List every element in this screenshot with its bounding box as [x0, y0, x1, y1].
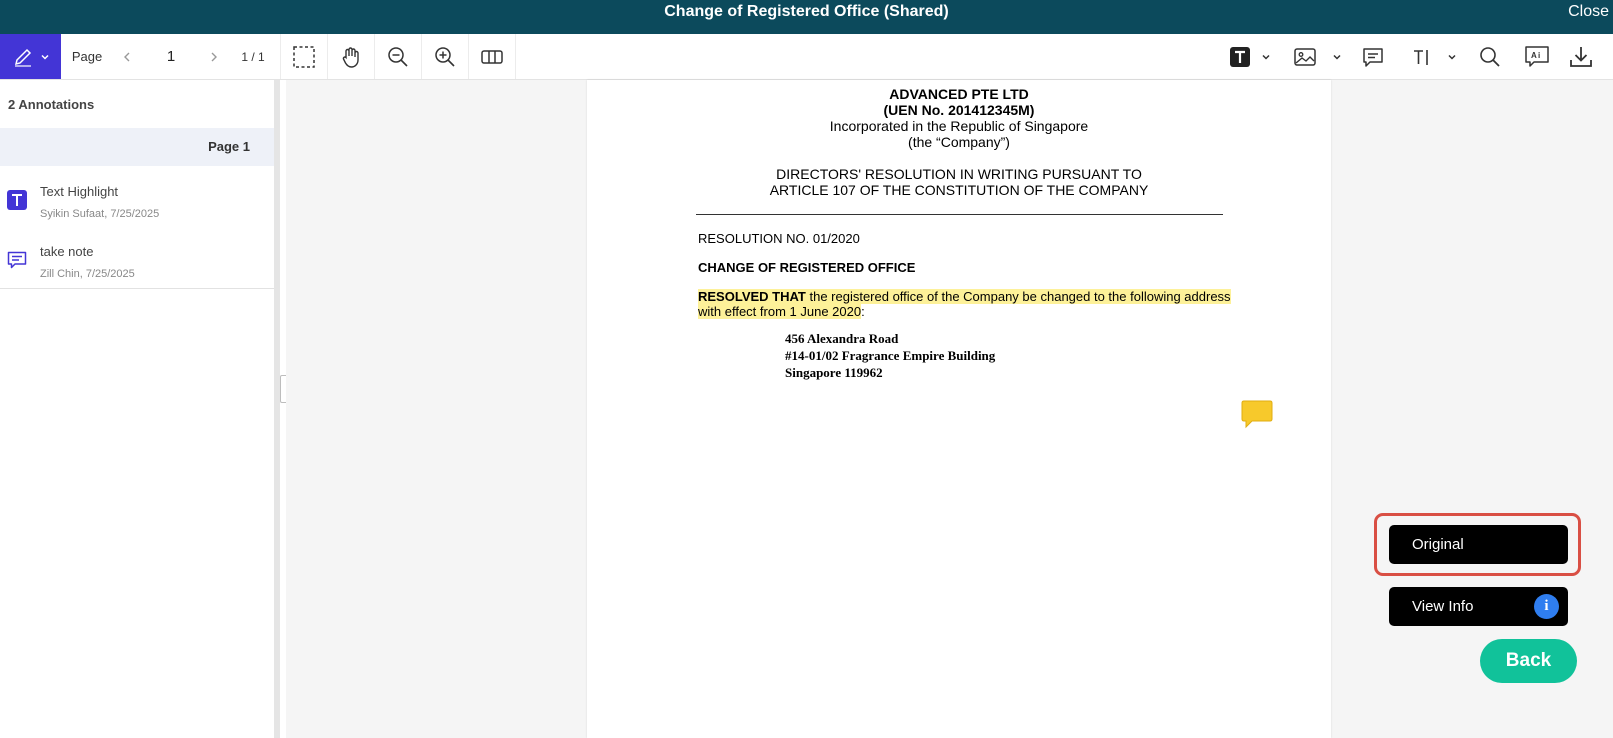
chevron-down-icon — [40, 54, 49, 60]
sticky-note-icon[interactable] — [1240, 400, 1274, 430]
free-text-dropdown[interactable] — [1444, 34, 1460, 79]
page-label: Page — [71, 49, 103, 64]
view-info-label: View Info — [1412, 598, 1474, 615]
annotation-item[interactable]: take note Zill Chin, 7/25/2025 — [0, 230, 274, 290]
resolution-heading-line2: ARTICLE 107 OF THE CONSTITUTION OF THE C… — [769, 182, 1149, 198]
comment-tool-button[interactable] — [1358, 34, 1388, 79]
company-alias: (the “Company”) — [908, 134, 1010, 150]
ai-icon: Ai — [1525, 45, 1549, 67]
text-tool-button[interactable] — [1225, 34, 1255, 79]
chevron-left-icon — [124, 52, 130, 61]
incorporation-line: Incorporated in the Republic of Singapor… — [829, 118, 1089, 134]
annotation-item[interactable]: Text Highlight Syikin Sufaat, 7/25/2025 — [0, 170, 274, 230]
company-name: ADVANCED PTE LTD — [889, 86, 1029, 102]
info-icon: i — [1534, 594, 1559, 619]
download-icon — [1570, 46, 1592, 67]
zoom-in-icon — [435, 46, 455, 67]
pen-icon — [14, 48, 31, 67]
resolution-line1: the registered office of the Company be … — [805, 289, 1231, 304]
toolbar: Page 1 / 1 — [0, 34, 1613, 80]
chevron-down-icon — [1333, 54, 1341, 60]
comment-icon — [7, 251, 27, 269]
select-area-button[interactable] — [281, 34, 327, 79]
annotation-meta: Syikin Sufaat, 7/25/2025 — [40, 208, 160, 220]
title-bar: Change of Registered Office (Shared) Clo… — [0, 0, 1613, 34]
page-total: 1 / 1 — [241, 49, 265, 64]
zoom-out-icon — [388, 46, 408, 67]
annotations-count: 2 Annotations — [8, 97, 95, 112]
svg-text:i: i — [1538, 51, 1540, 60]
window-title: Change of Registered Office (Shared) — [664, 3, 949, 20]
original-button-label: Original — [1412, 536, 1464, 553]
image-tool-button[interactable] — [1290, 34, 1320, 79]
chevron-down-icon — [1262, 54, 1270, 60]
resolution-subject: CHANGE OF REGISTERED OFFICE — [698, 260, 916, 275]
back-button[interactable]: Back — [1480, 639, 1577, 683]
resolution-line2-end: : — [861, 304, 865, 319]
text-cursor-icon — [1414, 49, 1428, 65]
image-icon — [1294, 47, 1316, 66]
annotation-title: take note — [40, 244, 94, 259]
page-group-label: Page 1 — [208, 139, 250, 154]
resolution-heading-line1: DIRECTORS' RESOLUTION IN WRITING PURSUAN… — [776, 166, 1142, 182]
resolved-that: RESOLVED THAT — [698, 289, 806, 304]
page-number-input[interactable] — [145, 42, 197, 71]
prev-page-button[interactable] — [117, 34, 137, 79]
search-button[interactable] — [1475, 34, 1505, 79]
close-button[interactable]: Close — [1568, 2, 1609, 22]
image-tool-dropdown[interactable] — [1329, 34, 1345, 79]
text-highlight-icon — [7, 190, 27, 210]
text-tool-icon — [1230, 46, 1250, 67]
page-group-header: Page 1 — [0, 128, 274, 166]
zoom-out-button[interactable] — [375, 34, 421, 79]
chevron-right-icon — [211, 52, 217, 61]
marquee-select-icon — [293, 45, 315, 68]
highlighted-resolution-text[interactable]: RESOLVED THAT the registered office of t… — [698, 289, 1231, 319]
resolution-line2: with effect from 1 June 2020 — [698, 304, 862, 319]
pdf-page: ADVANCED PTE LTD (UEN No. 201412345M) In… — [587, 80, 1331, 738]
address-line-1: 456 Alexandra Road — [785, 331, 899, 346]
pan-button[interactable] — [328, 34, 374, 79]
annotations-panel: 2 Annotations Page 1 Text Highlight Syik… — [0, 80, 280, 738]
comment-icon — [1363, 47, 1383, 67]
annotation-mode-button[interactable] — [0, 34, 61, 79]
view-info-button[interactable]: View Info i — [1389, 587, 1568, 626]
company-uen: (UEN No. 201412345M) — [883, 102, 1035, 118]
svg-text:A: A — [1531, 51, 1537, 60]
annotation-meta: Zill Chin, 7/25/2025 — [40, 268, 135, 280]
heading-rule — [696, 214, 1223, 215]
address-line-3: Singapore 119962 — [785, 365, 883, 380]
columns-icon — [481, 49, 503, 64]
hand-pan-icon — [342, 46, 359, 68]
next-page-button[interactable] — [204, 34, 224, 79]
annotation-title: Text Highlight — [40, 184, 119, 199]
toolbar-divider — [515, 34, 516, 79]
search-icon — [1480, 46, 1500, 67]
panel-divider — [0, 288, 274, 289]
document-viewport[interactable]: ADVANCED PTE LTD (UEN No. 201412345M) In… — [286, 80, 1613, 738]
page-layout-button[interactable] — [469, 34, 515, 79]
text-tool-dropdown[interactable] — [1258, 34, 1274, 79]
zoom-in-button[interactable] — [422, 34, 468, 79]
document-viewer-app: Change of Registered Office (Shared) Clo… — [0, 0, 1613, 738]
free-text-tool-button[interactable] — [1408, 34, 1436, 79]
chevron-down-icon — [1448, 54, 1456, 60]
download-button[interactable] — [1565, 34, 1597, 79]
original-button[interactable]: Original — [1389, 525, 1568, 564]
ai-assist-button[interactable]: Ai — [1521, 34, 1553, 79]
resolution-number: RESOLUTION NO. 01/2020 — [698, 231, 860, 246]
address-line-2: #14-01/02 Fragrance Empire Building — [785, 348, 996, 363]
